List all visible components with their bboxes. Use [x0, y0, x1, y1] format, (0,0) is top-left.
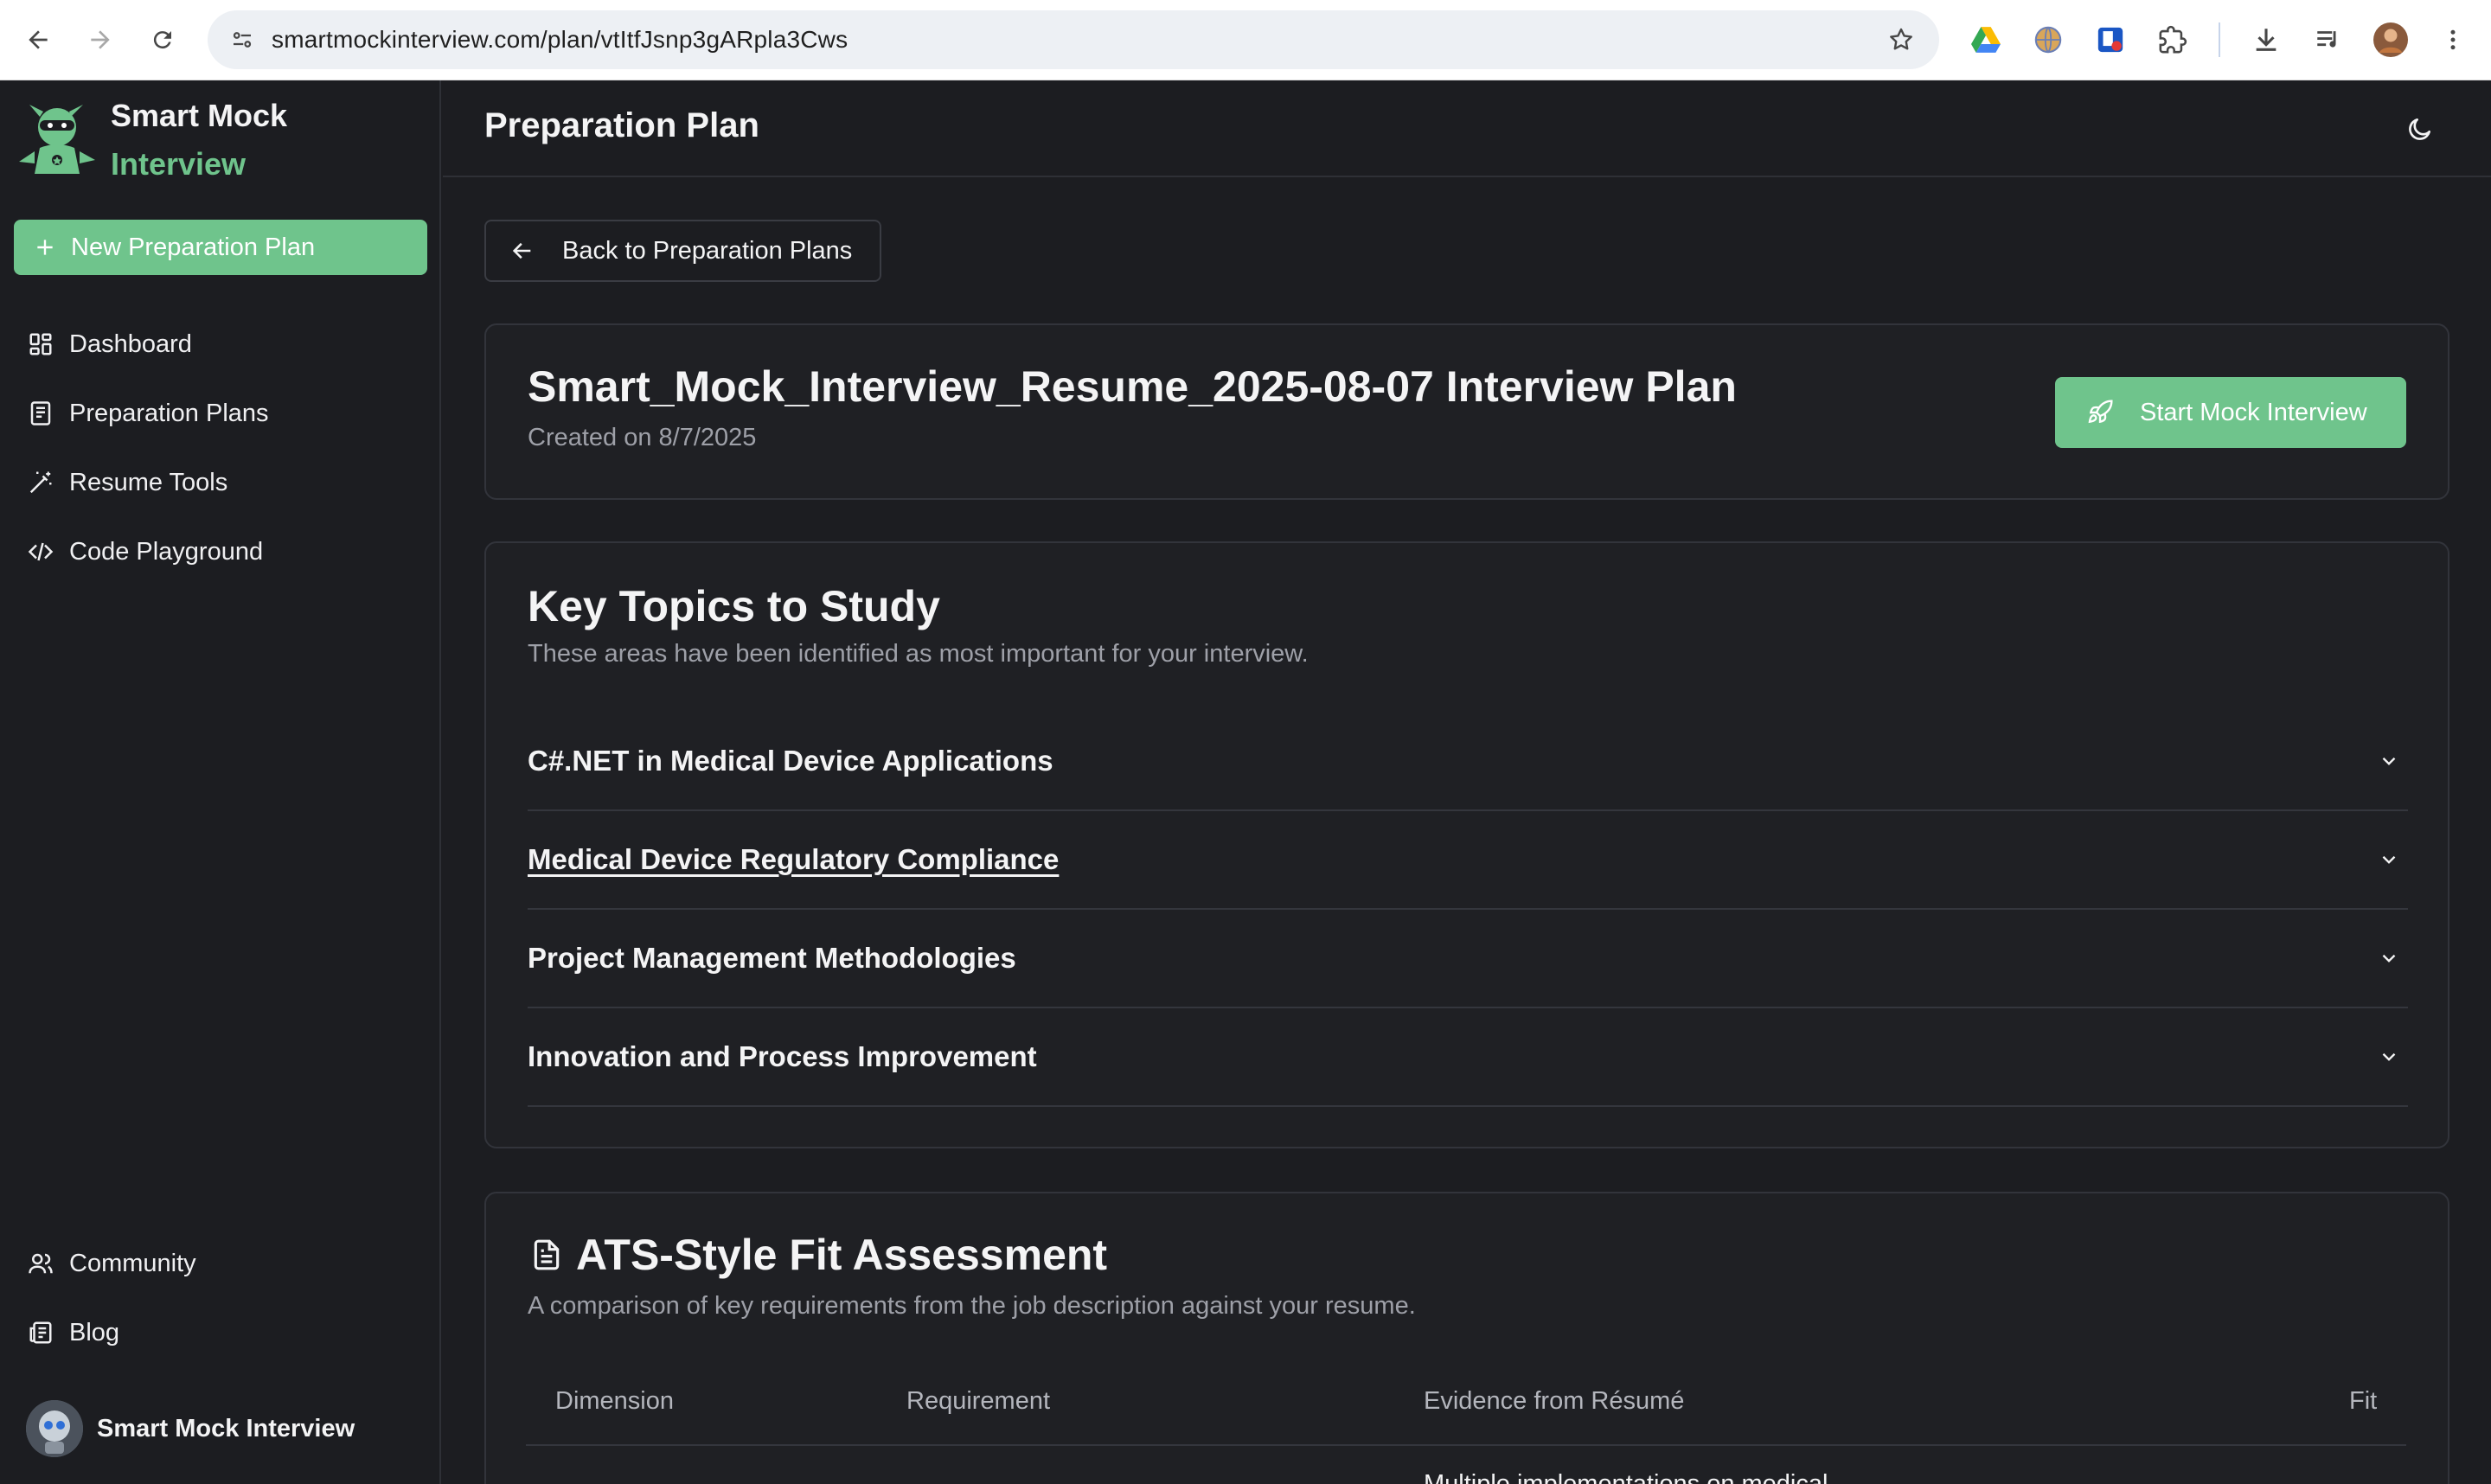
- sidebar-item-blog[interactable]: Blog: [26, 1311, 119, 1354]
- ats-fit-card: ATS-Style Fit Assessment A comparison of…: [484, 1192, 2449, 1484]
- media-control-icon[interactable]: [2309, 21, 2347, 59]
- back-label: Back to Preparation Plans: [562, 236, 853, 265]
- sidebar-item-label: Resume Tools: [69, 468, 228, 496]
- url-text[interactable]: smartmockinterview.com/plan/vtItfJsnp3gA…: [272, 10, 848, 69]
- section-title: ATS-Style Fit Assessment: [528, 1230, 1107, 1280]
- sidebar-item-resume-tools[interactable]: Resume Tools: [26, 461, 227, 504]
- chevron-down-icon: [2373, 745, 2405, 777]
- section-subtitle: A comparison of key requirements from th…: [528, 1292, 1416, 1320]
- start-mock-interview-button[interactable]: Start Mock Interview: [2055, 377, 2406, 448]
- users-icon: [26, 1249, 55, 1278]
- sidebar-item-label: Dashboard: [69, 329, 192, 358]
- reload-icon[interactable]: [142, 19, 183, 61]
- blue-extension-icon[interactable]: [2091, 21, 2129, 59]
- user-name: Smart Mock Interview: [97, 1414, 355, 1442]
- new-preparation-plan-button[interactable]: New Preparation Plan: [14, 220, 427, 275]
- puzzle-icon[interactable]: [2154, 21, 2192, 59]
- sidebar-item-label: Preparation Plans: [69, 399, 269, 427]
- table-divider: [526, 1444, 2406, 1446]
- new-plan-label: New Preparation Plan: [71, 233, 316, 261]
- back-to-plans-button[interactable]: Back to Preparation Plans: [484, 220, 881, 282]
- section-title-text: ATS-Style Fit Assessment: [576, 1231, 1108, 1279]
- profile-avatar[interactable]: [2372, 21, 2410, 59]
- browser-toolbar: smartmockinterview.com/plan/vtItfJsnp3gA…: [0, 0, 2491, 80]
- column-header-requirement: Requirement: [906, 1387, 1051, 1415]
- document-icon: [26, 399, 55, 428]
- sidebar-item-label: Community: [69, 1249, 196, 1277]
- code-icon: [26, 537, 55, 566]
- google-drive-icon[interactable]: [1967, 21, 2005, 59]
- user-profile[interactable]: Smart Mock Interview: [26, 1400, 355, 1457]
- page-header: Preparation Plan: [443, 80, 2491, 177]
- back-arrow-icon[interactable]: [17, 19, 59, 61]
- sidebar-item-preparation-plans[interactable]: Preparation Plans: [26, 392, 269, 435]
- topic-title: Innovation and Process Improvement: [528, 1040, 1037, 1072]
- section-subtitle: These areas have been identified as most…: [528, 640, 1309, 668]
- chevron-down-icon: [2373, 844, 2405, 875]
- section-title: Key Topics to Study: [528, 582, 940, 630]
- topic-title: Project Management Methodologies: [528, 942, 1016, 974]
- address-bar[interactable]: smartmockinterview.com/plan/vtItfJsnp3gA…: [208, 10, 1939, 69]
- plan-title: Smart_Mock_Interview_Resume_2025-08-07 I…: [528, 362, 1737, 411]
- plan-created-date: Created on 8/7/2025: [528, 424, 757, 451]
- table-cell-evidence: Multiple implementations on medical: [1424, 1470, 1828, 1484]
- plus-icon: [31, 233, 59, 261]
- start-label: Start Mock Interview: [2140, 398, 2367, 426]
- sidebar-item-label: Blog: [69, 1318, 120, 1346]
- newspaper-icon: [26, 1318, 55, 1347]
- toolbar-divider: [2219, 22, 2220, 57]
- sidebar: Smart Mock Interview New Preparation Pla…: [0, 80, 441, 1484]
- topic-accordion-item[interactable]: Project Management Methodologies: [528, 910, 2408, 1008]
- moon-icon[interactable]: [2401, 110, 2439, 148]
- topic-title: C#.NET in Medical Device Applications: [528, 745, 1053, 777]
- topic-accordion-item[interactable]: Innovation and Process Improvement: [528, 1008, 2408, 1107]
- dashboard-icon: [26, 329, 55, 359]
- column-header-evidence: Evidence from Résumé: [1424, 1387, 1685, 1415]
- arrow-left-icon: [509, 237, 536, 265]
- column-header-dimension: Dimension: [555, 1387, 674, 1415]
- avatar: [26, 1400, 83, 1457]
- topic-title: Medical Device Regulatory Compliance: [528, 843, 1060, 875]
- download-icon[interactable]: [2247, 21, 2285, 59]
- chevron-down-icon: [2373, 943, 2405, 974]
- bookmark-star-icon[interactable]: [1884, 22, 1918, 57]
- sidebar-item-dashboard[interactable]: Dashboard: [26, 323, 192, 366]
- topic-accordion-item[interactable]: C#.NET in Medical Device Applications: [528, 713, 2408, 811]
- file-text-icon: [528, 1236, 566, 1274]
- page-title: Preparation Plan: [484, 106, 759, 144]
- sidebar-item-community[interactable]: Community: [26, 1242, 196, 1285]
- sidebar-item-code-playground[interactable]: Code Playground: [26, 530, 263, 573]
- magic-wand-icon: [26, 468, 55, 497]
- chevron-down-icon: [2373, 1041, 2405, 1072]
- sidebar-item-label: Code Playground: [69, 537, 264, 566]
- plan-header-card: Smart_Mock_Interview_Resume_2025-08-07 I…: [484, 323, 2449, 500]
- key-topics-card: Key Topics to Study These areas have bee…: [484, 541, 2449, 1148]
- rocket-icon: [2084, 397, 2116, 428]
- ninja-logo-icon[interactable]: [14, 99, 99, 182]
- brand-name: Smart Mock: [111, 98, 288, 133]
- brand-name-accent: Interview: [111, 146, 247, 182]
- site-info-icon[interactable]: [225, 22, 259, 57]
- globe-extension-icon[interactable]: [2029, 21, 2067, 59]
- more-vert-icon[interactable]: [2434, 21, 2472, 59]
- topic-accordion-item[interactable]: Medical Device Regulatory Compliance: [528, 811, 2408, 910]
- column-header-fit: Fit: [2349, 1387, 2378, 1415]
- forward-arrow-icon[interactable]: [80, 19, 121, 61]
